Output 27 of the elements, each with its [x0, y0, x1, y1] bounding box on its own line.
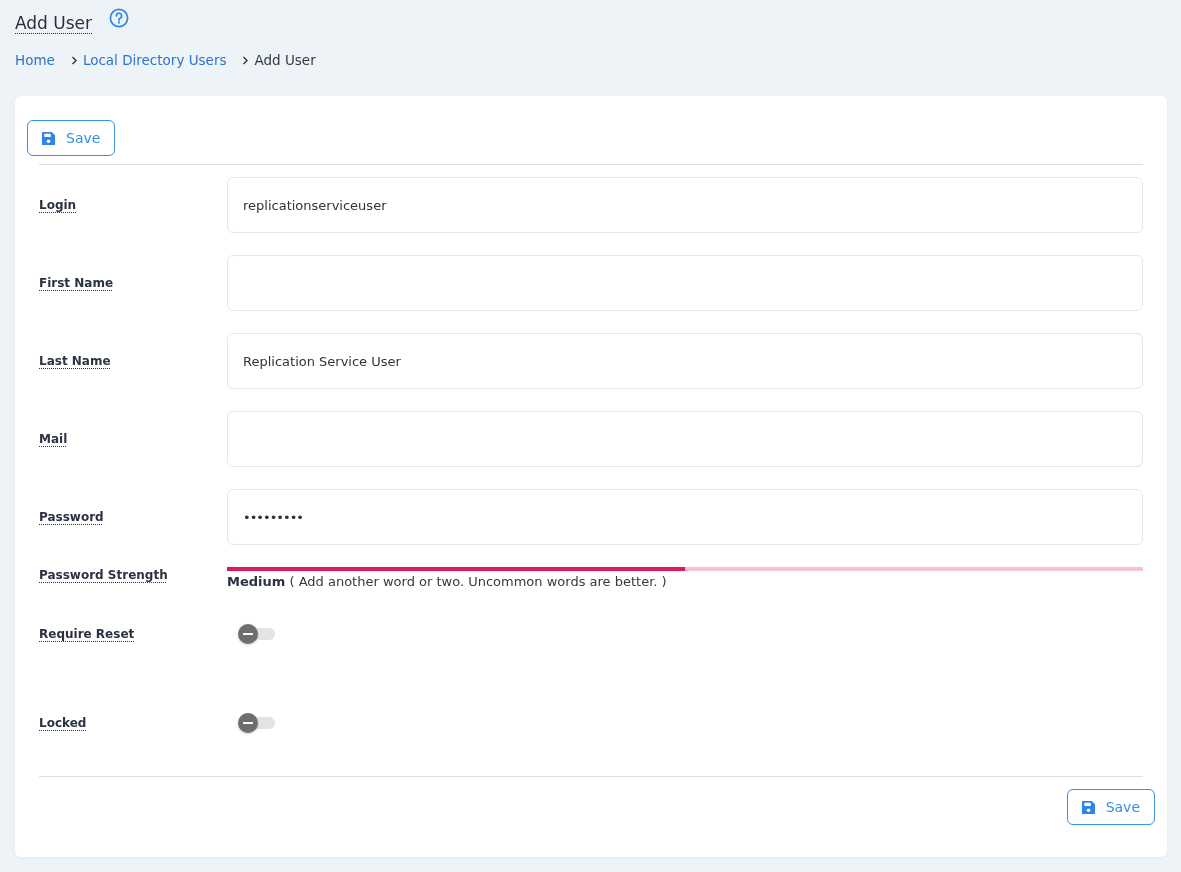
breadcrumb-current: Add User [254, 52, 316, 68]
help-icon[interactable] [109, 8, 130, 28]
save-button[interactable]: Save [27, 120, 116, 156]
field-label: Mail [39, 431, 69, 447]
field-label: Password [39, 509, 105, 525]
minus-icon [238, 624, 258, 644]
field-label: Password Strength [39, 567, 169, 583]
toggle-switch[interactable] [238, 713, 275, 733]
toggle-switch[interactable] [238, 624, 275, 644]
password-strength-text: Medium ( Add another word or two. Uncommon words are better. ) [227, 574, 668, 590]
save-button[interactable]: Save [1066, 789, 1155, 825]
field-label: Require Reset [39, 626, 136, 643]
field-label: Login [39, 197, 78, 213]
text-field[interactable] [227, 255, 1143, 311]
text-field[interactable]: replicationserviceuser [227, 177, 1143, 233]
breadcrumb-link[interactable]: Home [15, 52, 55, 68]
password-field[interactable]: ••••••••• [227, 489, 1143, 545]
page-title: Add User [15, 12, 93, 34]
field-label: Last Name [39, 353, 112, 369]
minus-icon [238, 713, 258, 733]
field-label: Locked [39, 715, 88, 732]
chevron-right-icon [70, 55, 77, 65]
breadcrumb-link[interactable]: Local Directory Users [82, 52, 227, 68]
field-label: First Name [39, 275, 115, 291]
text-field[interactable]: Replication Service User [227, 333, 1143, 389]
chevron-right-icon [242, 55, 249, 65]
text-field[interactable] [227, 411, 1143, 467]
